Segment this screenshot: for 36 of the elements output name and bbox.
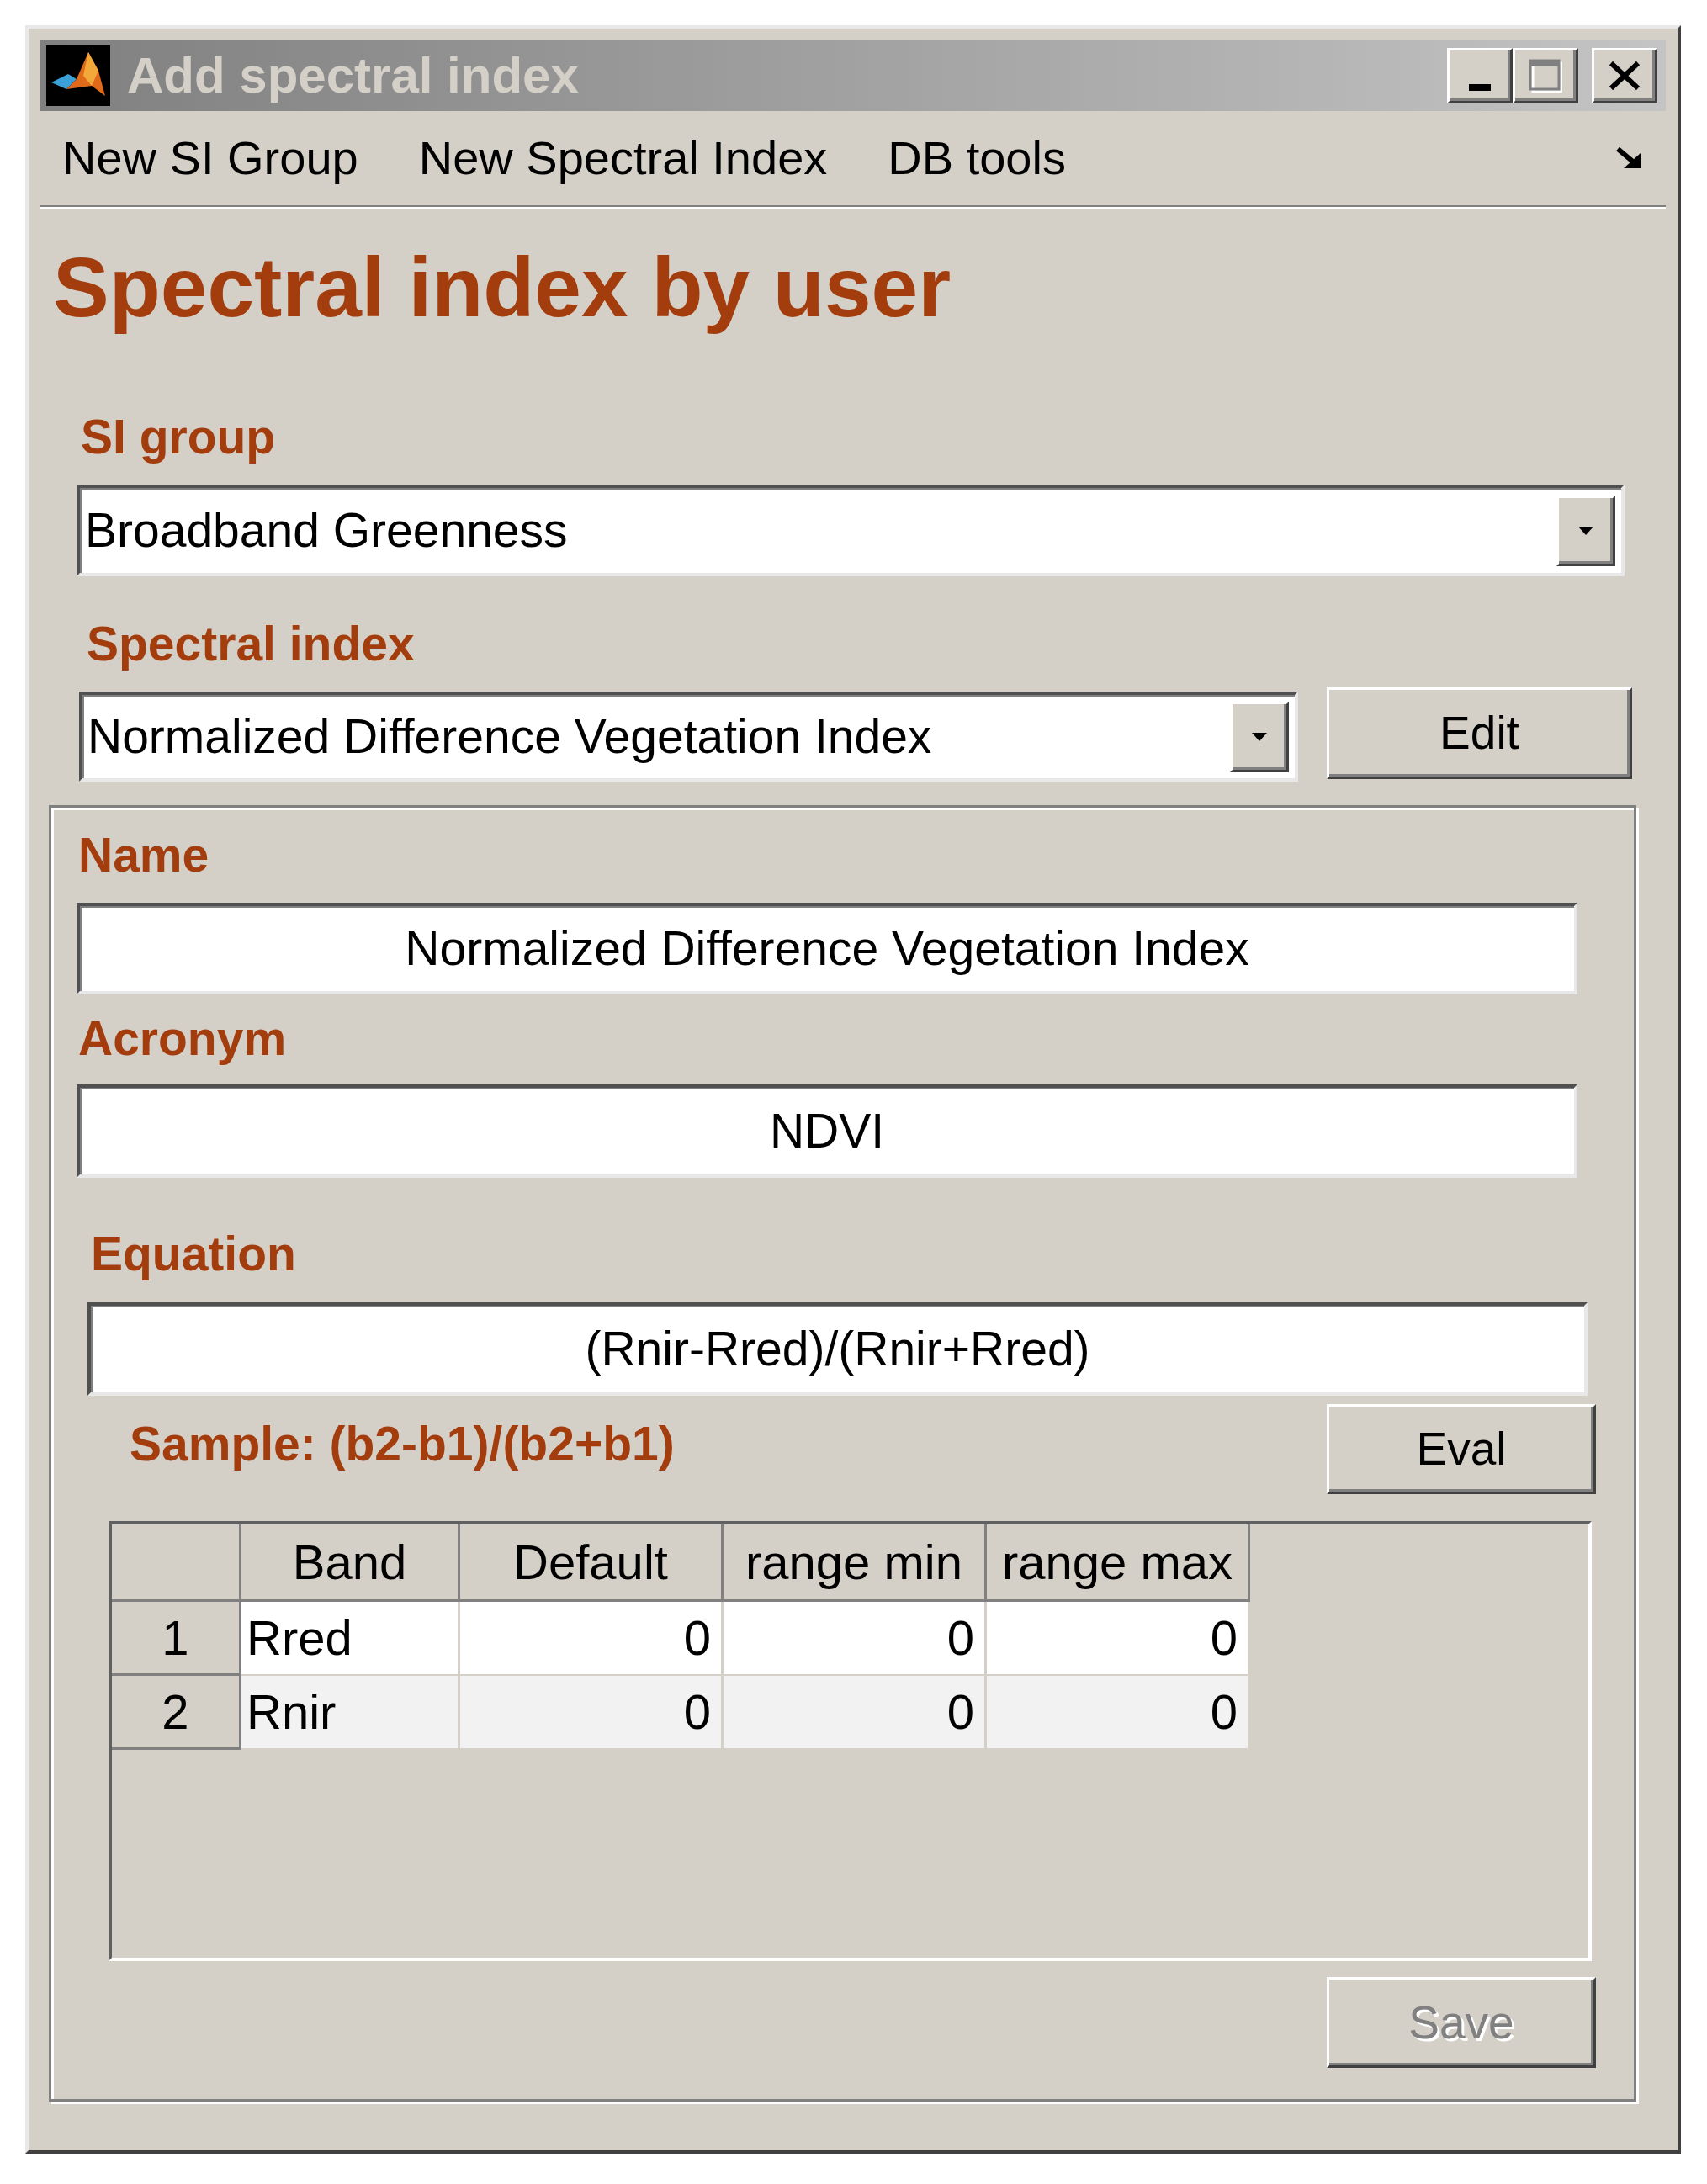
table-cell: 0: [460, 1676, 724, 1750]
name-field[interactable]: Normalized Difference Vegetation Index: [77, 903, 1577, 994]
row-header: 2: [112, 1676, 241, 1750]
dropdown-arrow-button[interactable]: [1556, 495, 1615, 566]
minimize-icon: [1469, 84, 1491, 91]
field-label: Name: [78, 831, 209, 879]
table-cell: 0: [987, 1602, 1250, 1676]
caret-down-icon: [1578, 526, 1593, 535]
column-header: range max: [987, 1524, 1250, 1602]
minimize-button[interactable]: [1447, 48, 1513, 103]
caret-down-icon: [1252, 732, 1267, 741]
diagonal-arrow-icon[interactable]: [1615, 146, 1642, 170]
logo-icon: [46, 45, 110, 106]
equation-field[interactable]: (Rnir-Rred)/(Rnir+Rred): [87, 1302, 1588, 1396]
window-title: Add spectral index: [127, 50, 579, 101]
edit-button[interactable]: Edit: [1327, 687, 1632, 779]
column-header: Band: [241, 1524, 460, 1602]
table-cell: 0: [724, 1602, 987, 1676]
maximize-icon: [1529, 59, 1562, 93]
table-cell: 0: [724, 1676, 987, 1750]
table-cell: 0: [987, 1676, 1250, 1750]
page-heading: Spectral index by user: [53, 239, 952, 336]
dropdown-arrow-button[interactable]: [1230, 701, 1289, 772]
close-button[interactable]: [1592, 48, 1657, 103]
table-cell: Rred: [241, 1602, 460, 1676]
table-cell: 0: [460, 1602, 724, 1676]
eval-button[interactable]: Eval: [1327, 1404, 1596, 1494]
spectral-index-dropdown[interactable]: Normalized Difference Vegetation Index: [79, 692, 1298, 782]
menu-item[interactable]: DB tools: [871, 135, 1083, 182]
table-cell: Rnir: [241, 1676, 460, 1750]
column-header: Default: [460, 1524, 724, 1602]
acronym-field[interactable]: NDVI: [77, 1084, 1577, 1178]
si-group-dropdown[interactable]: Broadband Greenness: [77, 485, 1625, 576]
row-header: 1: [112, 1602, 241, 1676]
close-icon: [1609, 61, 1641, 90]
column-header: range min: [724, 1524, 987, 1602]
